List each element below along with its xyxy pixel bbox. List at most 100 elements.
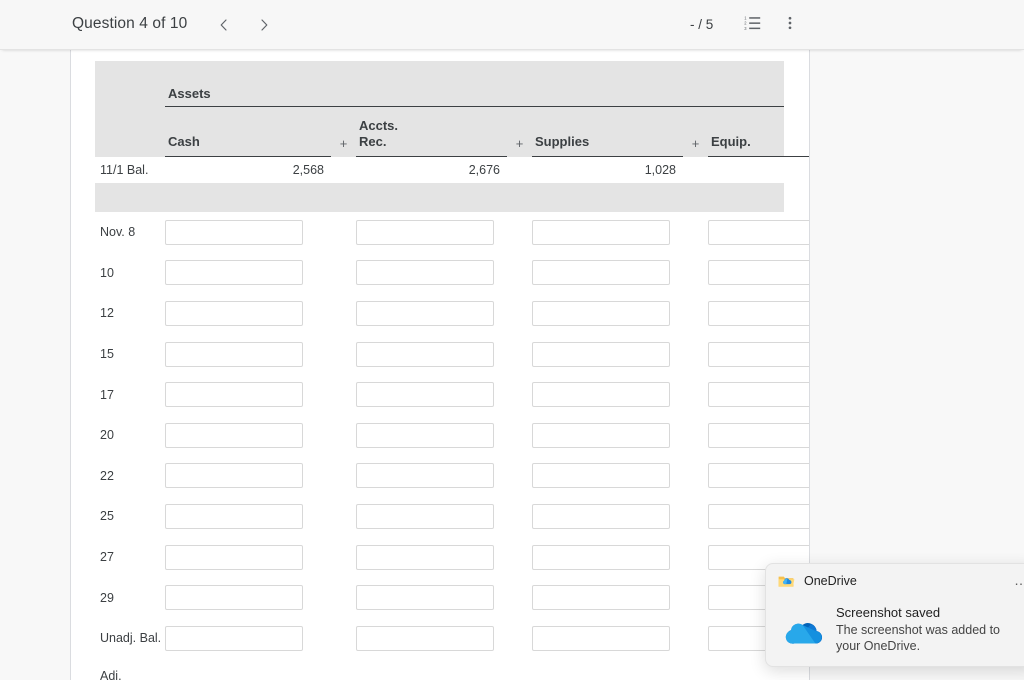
input-supplies-row-8[interactable] (532, 544, 670, 570)
input-cash-row-5[interactable] (165, 422, 303, 448)
worksheet-row: 27 (95, 537, 809, 578)
cell-supplies (532, 585, 683, 611)
worksheet-row-label: 12 (100, 306, 114, 321)
input-supplies-row-4[interactable] (532, 382, 670, 408)
cell-supplies (532, 341, 683, 367)
input-supplies-row-1[interactable] (532, 260, 670, 286)
cell-supplies (532, 300, 683, 326)
input-accts-rec-row-7[interactable] (356, 503, 494, 529)
input-accts-rec-row-10[interactable] (356, 625, 494, 651)
group-header-spacer (95, 61, 165, 107)
column-header-supplies-label: Supplies (535, 134, 590, 149)
input-supplies-row-10[interactable] (532, 625, 670, 651)
cell-accts-rec (356, 544, 507, 570)
cell-equip (708, 300, 809, 326)
input-cash-row-10[interactable] (165, 625, 303, 651)
adjustment-row-label: Adj. (100, 668, 122, 680)
input-equip-row-7[interactable] (708, 503, 809, 529)
input-supplies-row-2[interactable] (532, 300, 670, 326)
worksheet-row: 22 (95, 456, 809, 497)
onedrive-folder-icon (778, 574, 795, 589)
input-cash-row-6[interactable] (165, 463, 303, 489)
cell-accts-rec (356, 382, 507, 408)
cell-equip (708, 382, 809, 408)
cell-cash (165, 219, 331, 245)
input-supplies-row-3[interactable] (532, 341, 670, 367)
input-equip-row-1[interactable] (708, 260, 809, 286)
input-supplies-row-0[interactable] (532, 219, 670, 245)
cell-cash (165, 625, 331, 651)
worksheet-row-label: 20 (100, 428, 114, 443)
input-accts-rec-row-2[interactable] (356, 300, 494, 326)
svg-text:3: 3 (744, 25, 747, 30)
input-accts-rec-row-4[interactable] (356, 382, 494, 408)
input-cash-row-1[interactable] (165, 260, 303, 286)
cell-equip (708, 260, 809, 286)
opening-balance-equip (708, 157, 809, 183)
worksheet-scroll-area: Assets Cash + Accts. Rec. + Supplies + E… (71, 50, 809, 680)
input-cash-row-8[interactable] (165, 544, 303, 570)
column-header-spacer (95, 107, 165, 157)
input-accts-rec-row-9[interactable] (356, 585, 494, 611)
section-spacer-band (95, 183, 784, 212)
worksheet-row: 12 (95, 293, 809, 334)
cell-supplies (532, 422, 683, 448)
input-cash-row-3[interactable] (165, 341, 303, 367)
input-equip-row-5[interactable] (708, 422, 809, 448)
entry-rows-container: Nov. 8 10 12 15 17 20 22 25 27 29 Unadj. Bal. (95, 212, 809, 659)
opening-balance-cash: 2,568 (292, 163, 324, 177)
cell-supplies (532, 219, 683, 245)
question-list-button[interactable]: 1 2 3 (739, 11, 767, 39)
toast-title: Screenshot saved (836, 605, 941, 620)
input-cash-row-9[interactable] (165, 585, 303, 611)
input-supplies-row-5[interactable] (532, 422, 670, 448)
previous-question-button[interactable] (210, 11, 238, 39)
input-cash-row-7[interactable] (165, 503, 303, 529)
worksheet-row: 10 (95, 253, 809, 294)
input-accts-rec-row-6[interactable] (356, 463, 494, 489)
cell-cash (165, 382, 331, 408)
worksheet-row-label: 22 (100, 468, 114, 483)
input-supplies-row-9[interactable] (532, 585, 670, 611)
toast-more-button[interactable]: … (1014, 573, 1024, 587)
worksheet-row-label: Nov. 8 (100, 225, 136, 240)
cell-supplies (532, 382, 683, 408)
next-question-button[interactable] (250, 11, 278, 39)
operator-plus-1: + (331, 107, 356, 157)
chevron-right-icon (256, 17, 272, 33)
more-options-button[interactable] (776, 11, 804, 39)
group-header-assets: Assets (165, 61, 784, 107)
cell-accts-rec (356, 422, 507, 448)
question-toolbar: Question 4 of 10 - / 5 1 2 3 (0, 0, 1024, 50)
input-equip-row-2[interactable] (708, 300, 809, 326)
cell-accts-rec (356, 219, 507, 245)
cell-accts-rec (356, 503, 507, 529)
toast-body: Screenshot saved The screenshot was adde… (766, 598, 1024, 656)
input-equip-row-6[interactable] (708, 463, 809, 489)
input-accts-rec-row-8[interactable] (356, 544, 494, 570)
input-equip-row-0[interactable] (708, 219, 809, 245)
score-display: - / 5 (690, 17, 714, 32)
input-accts-rec-row-0[interactable] (356, 219, 494, 245)
input-supplies-row-7[interactable] (532, 503, 670, 529)
input-cash-row-2[interactable] (165, 300, 303, 326)
input-accts-rec-row-3[interactable] (356, 341, 494, 367)
onedrive-notification-toast[interactable]: OneDrive … Screenshot saved The screensh… (765, 563, 1024, 667)
input-accts-rec-row-5[interactable] (356, 422, 494, 448)
worksheet-row: Nov. 8 (95, 212, 809, 253)
input-cash-row-4[interactable] (165, 382, 303, 408)
worksheet-row-label: 10 (100, 265, 114, 280)
worksheet-row: Unadj. Bal. (95, 618, 809, 659)
column-header-row: Cash + Accts. Rec. + Supplies + Equip. (95, 107, 809, 157)
worksheet-row-label: 15 (100, 347, 114, 362)
cell-cash (165, 585, 331, 611)
input-supplies-row-6[interactable] (532, 463, 670, 489)
input-equip-row-3[interactable] (708, 341, 809, 367)
cell-equip (708, 341, 809, 367)
input-equip-row-4[interactable] (708, 382, 809, 408)
input-accts-rec-row-1[interactable] (356, 260, 494, 286)
cell-accts-rec (356, 625, 507, 651)
cell-cash (165, 422, 331, 448)
input-cash-row-0[interactable] (165, 219, 303, 245)
worksheet-row: 17 (95, 374, 809, 415)
